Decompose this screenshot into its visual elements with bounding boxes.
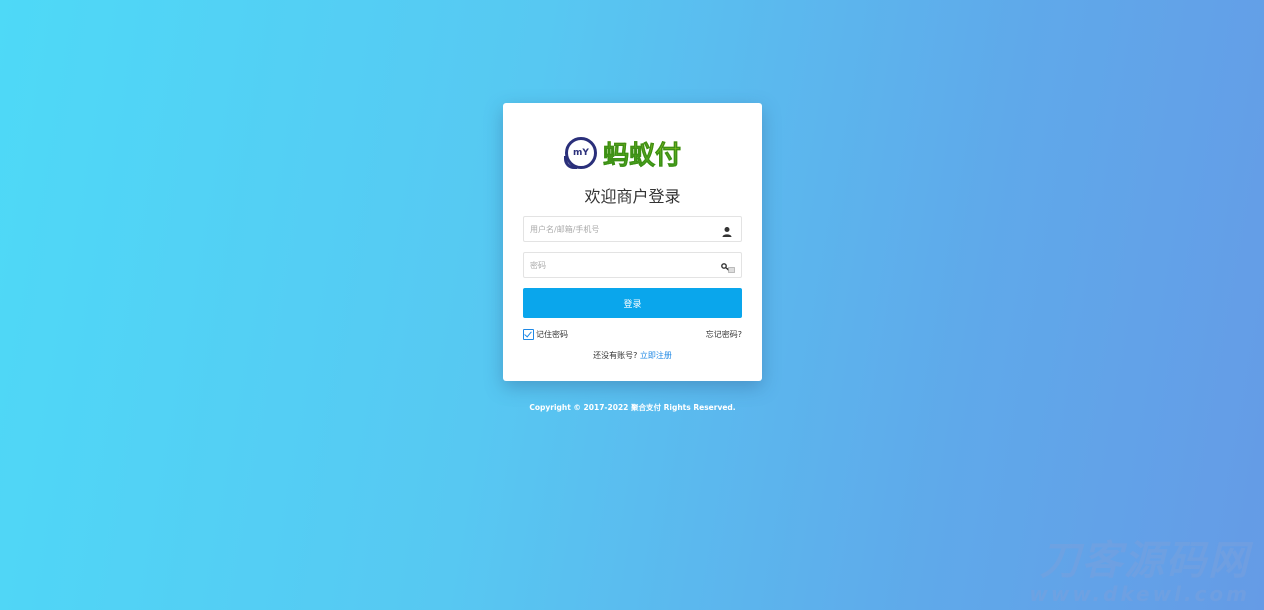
- watermark-url: www.dkewl.com: [1029, 582, 1250, 606]
- brand-logo: mY 蚂蚁付: [564, 133, 701, 173]
- remember-password-checkbox[interactable]: 记住密码: [523, 329, 568, 340]
- username-input[interactable]: [524, 217, 710, 242]
- watermark-title: 刀客源码网: [1040, 538, 1250, 584]
- username-field[interactable]: [523, 216, 742, 242]
- register-prompt: 还没有账号? 立即注册: [503, 350, 762, 361]
- forgot-password-link[interactable]: 忘记密码?: [706, 329, 742, 340]
- logo-emblem: mY: [564, 137, 597, 169]
- logo-brand-text: 蚂蚁付: [603, 135, 682, 172]
- password-input[interactable]: [524, 253, 710, 278]
- key-icon: [721, 259, 735, 273]
- logo-emblem-text: mY: [573, 148, 589, 158]
- user-icon: [721, 223, 733, 237]
- checkbox-checked-icon[interactable]: [523, 329, 534, 340]
- login-card: mY 蚂蚁付 欢迎商户登录 登录 记住密码 忘记密码? 还没有账号?: [503, 103, 762, 381]
- copyright-footer: Copyright © 2017-2022 聚合支付 Rights Reserv…: [529, 403, 736, 412]
- login-button[interactable]: 登录: [523, 288, 742, 318]
- register-link[interactable]: 立即注册: [640, 351, 672, 360]
- site-watermark: 刀客源码网 www.dkewl.com: [1029, 540, 1250, 606]
- password-field[interactable]: [523, 252, 742, 278]
- page-title: 欢迎商户登录: [584, 187, 681, 206]
- register-prompt-text: 还没有账号?: [593, 351, 638, 360]
- remember-password-label: 记住密码: [536, 330, 568, 339]
